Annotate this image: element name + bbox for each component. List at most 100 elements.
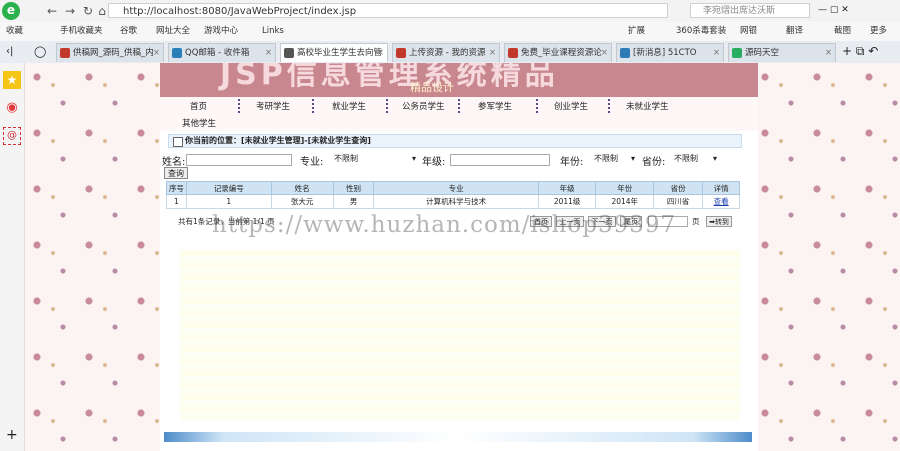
column-header: 序号 [166, 181, 187, 195]
results-table: 序号 记录编号 姓名 性别 专业 年级 年份 省份 详情 1 1 张大元男计算机科学与技术 2011级… [166, 181, 740, 209]
close-tab-icon[interactable]: × [825, 44, 832, 62]
table-cell: 男 [332, 194, 375, 209]
page-icon [173, 137, 183, 147]
close-tab-icon[interactable]: × [601, 44, 608, 62]
column-header: 省份 [653, 181, 704, 195]
browser-tab[interactable]: 源码天空 × [728, 43, 836, 62]
province-label: 省份: [642, 157, 666, 168]
column-header: 姓名 [270, 181, 334, 195]
fav-item[interactable]: 网址大全 [156, 25, 190, 38]
browser-tab[interactable]: 高校毕业生学生去向管 × [280, 43, 388, 62]
tab-favicon-icon [60, 48, 70, 58]
menu-item[interactable]: 就业学生 [332, 100, 366, 112]
name-input[interactable] [186, 154, 292, 166]
table-body: 1 1 张大元男计算机科学与技术 2011级 2014年 四川省 查看 [166, 194, 740, 209]
table-cell: 2011级 [537, 194, 597, 209]
fav-item[interactable]: 谷歌 [120, 25, 137, 38]
toolbar-item[interactable]: 扩展 [628, 25, 645, 38]
table-cell: 计算机科学与技术 [373, 194, 539, 209]
close-tab-icon[interactable]: × [265, 44, 272, 62]
table-cell: 张大元 [270, 194, 334, 209]
go-button[interactable]: ➡转到 [706, 216, 732, 227]
fav-item[interactable]: 收藏 [6, 25, 23, 38]
close-tab-icon[interactable]: × [153, 44, 160, 62]
table-cell: 查看 [702, 194, 740, 209]
search-input[interactable]: 李宛熠出席达沃斯 [690, 3, 810, 18]
grade-input[interactable] [450, 154, 550, 166]
star-icon[interactable]: ★ [3, 71, 21, 89]
year-value: 不限制 [594, 154, 618, 163]
browser-tab[interactable]: 上传资源 - 我的资源 × [392, 43, 500, 62]
tab-favicon-icon [508, 48, 518, 58]
table-cell: 2014年 [595, 194, 655, 209]
province-select[interactable]: 不限制 ▾ [674, 153, 718, 164]
table-cell: 1 [185, 194, 272, 209]
close-tab-icon[interactable]: × [377, 44, 384, 62]
menu-separator [458, 99, 460, 113]
toolbar-item[interactable]: 截图 [834, 25, 851, 38]
browser-tab[interactable]: 免费_毕业课程资源论 × [504, 43, 612, 62]
toolbar-item[interactable]: 更多 [870, 25, 887, 38]
new-tab-home-icon[interactable]: ◯ [34, 45, 46, 58]
menu-item[interactable]: 创业学生 [554, 100, 588, 112]
name-label: 姓名: [162, 157, 186, 168]
menu-item[interactable]: 考研学生 [256, 100, 290, 112]
back-icon[interactable]: ← [44, 3, 60, 19]
window-controls[interactable]: — ▢ ✕ [818, 5, 849, 15]
view-detail-link[interactable]: 查看 [714, 197, 729, 206]
table-row: 1 1 张大元男计算机科学与技术 2011级 2014年 四川省 查看 [166, 194, 740, 209]
watermark: https://www.huzhan.com/ishop39397 [212, 212, 677, 238]
column-header: 年级 [537, 181, 597, 195]
column-header: 性别 [332, 181, 375, 195]
tab-favicon-icon [620, 48, 630, 58]
browser-tab[interactable]: 供稿网_源码_供稿_内 × [56, 43, 164, 62]
tab-favicon-icon [172, 48, 182, 58]
chevron-down-icon: ▾ [712, 154, 717, 163]
new-tab-icon[interactable]: + ⧉ ↶ [842, 44, 878, 59]
add-icon[interactable]: + [6, 427, 18, 443]
weibo-icon[interactable]: ◉ [3, 99, 21, 117]
browser-tab[interactable]: [新消息] 51CTO × [616, 43, 724, 62]
chevron-down-icon: ▾ [630, 154, 635, 163]
toolbar-item[interactable]: 翻译 [786, 25, 803, 38]
site-banner: JSP信息管理系统精品 精品设计 [160, 63, 758, 97]
tab-label: 免费_毕业课程资源论 [521, 48, 602, 58]
url-input[interactable]: http://localhost:8080/JavaWebProject/ind… [108, 3, 668, 18]
browser-logo-icon: e [2, 2, 20, 20]
go-button-label: 转到 [714, 218, 729, 226]
tab-scroll-left-icon[interactable]: ‹| [6, 46, 13, 57]
major-select[interactable]: 不限制 ▾ [334, 153, 418, 164]
menu-item[interactable]: 公务员学生 [402, 100, 445, 112]
browser-tab[interactable]: QQ邮箱 - 收件箱 × [168, 43, 276, 62]
footer-bar [164, 432, 752, 442]
province-value: 不限制 [674, 154, 698, 163]
menu-item[interactable]: 其他学生 [182, 117, 216, 129]
tab-label: 源码天空 [745, 48, 780, 58]
column-header: 专业 [373, 181, 539, 195]
forward-icon[interactable]: → [62, 3, 78, 19]
toolbar-item[interactable]: 360杀毒套装 [676, 25, 726, 38]
menu-item[interactable]: 首页 [190, 100, 207, 112]
query-button[interactable]: 查询 [164, 167, 188, 179]
column-header: 记录编号 [185, 181, 272, 195]
fav-item[interactable]: Links [262, 25, 284, 38]
tab-favicon-icon [284, 48, 294, 58]
year-select[interactable]: 不限制 ▾ [594, 153, 636, 164]
fav-item[interactable]: 游戏中心 [204, 25, 238, 38]
breadcrumb-text: 你当前的位置：[未就业学生管理]-[未就业学生查询] [185, 136, 371, 145]
tab-favicon-icon [396, 48, 406, 58]
menu-item[interactable]: 未就业学生 [626, 100, 669, 112]
favorites-bar: 收藏 手机收藏夹 谷歌 网址大全 游戏中心 Links 扩展 360杀毒套装 网… [0, 22, 900, 42]
banner-title: JSP信息管理系统精品 [220, 63, 559, 92]
toolbar-item[interactable]: 网银 [740, 25, 757, 38]
close-tab-icon[interactable]: × [489, 44, 496, 62]
mail-icon[interactable]: @ [3, 127, 21, 145]
tab-favicon-icon [732, 48, 742, 58]
tab-label: [新消息] 51CTO [633, 48, 697, 58]
fav-item[interactable]: 手机收藏夹 [60, 25, 103, 38]
close-tab-icon[interactable]: × [713, 44, 720, 62]
table-cell: 1 [166, 194, 187, 209]
content-background [180, 250, 740, 420]
major-label: 专业: [300, 157, 324, 168]
menu-item[interactable]: 参军学生 [478, 100, 512, 112]
